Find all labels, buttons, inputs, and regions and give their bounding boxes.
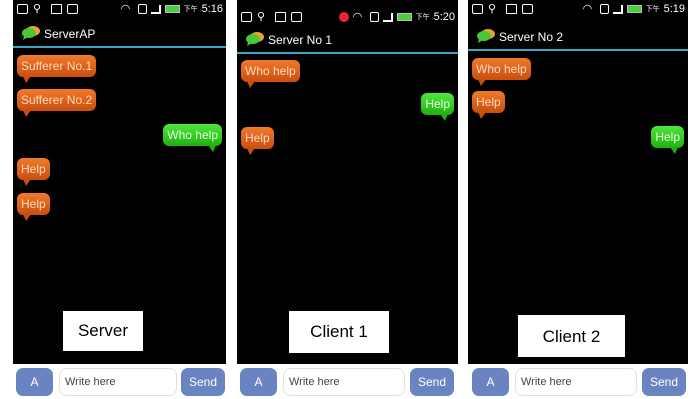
status-time: 5:19 bbox=[663, 3, 685, 15]
beats-audio-icon bbox=[338, 12, 349, 22]
app-title: ServerAP bbox=[44, 27, 96, 41]
app-chat-icon bbox=[22, 26, 40, 40]
caption-client-2: Client 2 bbox=[518, 315, 625, 357]
nfc-icon bbox=[369, 12, 379, 22]
caption-client-1: Client 1 bbox=[289, 311, 389, 353]
send-button[interactable]: Send bbox=[181, 368, 225, 396]
battery-icon bbox=[396, 13, 412, 21]
app-chat-icon bbox=[477, 29, 495, 43]
status-bar: ⚲ ◠ 下午 5:16 bbox=[13, 0, 226, 21]
battery-icon bbox=[164, 5, 180, 13]
app-title-bar: Server No 2 bbox=[468, 25, 688, 51]
usb-icon: ⚲ bbox=[257, 11, 266, 23]
play-store-icon bbox=[51, 4, 62, 14]
message-bubble-incoming: Help bbox=[17, 158, 50, 186]
wifi-icon: ◠ bbox=[120, 3, 131, 15]
message-bubble-incoming: Sufferer No.1 bbox=[17, 55, 97, 83]
nfc-icon bbox=[137, 4, 147, 14]
play-store-icon bbox=[275, 12, 286, 22]
play-store-icon bbox=[506, 4, 517, 14]
send-button[interactable]: Send bbox=[410, 368, 454, 396]
status-bar: ⚲ ◠ 下午 5:20 bbox=[237, 8, 458, 29]
compose-bar-client-2: A Write here Send bbox=[468, 364, 688, 399]
compose-bar-server: A Write here Send bbox=[13, 364, 226, 399]
message-bubble-outgoing: Help bbox=[421, 93, 454, 121]
app-chat-icon bbox=[246, 32, 264, 46]
chat-notification-icon bbox=[67, 4, 78, 14]
mail-icon bbox=[472, 4, 483, 14]
status-time: 5:20 bbox=[433, 11, 455, 23]
usb-icon: ⚲ bbox=[33, 3, 42, 15]
attach-a-button[interactable]: A bbox=[472, 368, 509, 396]
message-input[interactable]: Write here bbox=[283, 368, 405, 396]
message-bubble-outgoing: Help bbox=[651, 126, 684, 154]
usb-icon: ⚲ bbox=[488, 3, 497, 15]
message-bubble-incoming: Help bbox=[17, 193, 50, 221]
message-input[interactable]: Write here bbox=[515, 368, 637, 396]
status-time-prefix: 下午 bbox=[183, 6, 198, 13]
app-title: Server No 2 bbox=[499, 30, 564, 44]
compose-bar-client-1: A Write here Send bbox=[237, 364, 458, 399]
message-input[interactable]: Write here bbox=[59, 368, 177, 396]
message-bubble-incoming: Help bbox=[472, 91, 505, 119]
status-bar: ⚲ ◠ 下午 5:19 bbox=[468, 0, 688, 21]
wifi-icon: ◠ bbox=[352, 11, 363, 23]
status-time-prefix: 下午 bbox=[415, 14, 430, 21]
message-bubble-outgoing: Who help bbox=[163, 124, 222, 152]
mail-icon bbox=[17, 4, 28, 14]
signal-icon bbox=[612, 4, 623, 14]
signal-icon bbox=[150, 4, 161, 14]
app-title-bar: Server No 1 bbox=[237, 28, 458, 54]
mail-icon bbox=[241, 12, 252, 22]
chat-notification-icon bbox=[522, 4, 533, 14]
app-title-bar: ServerAP bbox=[13, 22, 226, 48]
wifi-icon: ◠ bbox=[582, 3, 593, 15]
chat-notification-icon bbox=[291, 12, 302, 22]
status-time: 5:16 bbox=[201, 3, 223, 15]
message-bubble-incoming: Help bbox=[241, 127, 274, 155]
signal-icon bbox=[382, 12, 393, 22]
app-title: Server No 1 bbox=[268, 33, 333, 47]
message-bubble-incoming: Sufferer No.2 bbox=[17, 89, 97, 117]
battery-icon bbox=[626, 5, 642, 13]
message-bubble-incoming: Who help bbox=[472, 58, 531, 86]
nfc-icon bbox=[599, 4, 609, 14]
status-time-prefix: 下午 bbox=[645, 6, 660, 13]
attach-a-button[interactable]: A bbox=[240, 368, 277, 396]
message-bubble-incoming: Who help bbox=[241, 60, 300, 88]
attach-a-button[interactable]: A bbox=[16, 368, 53, 396]
caption-server: Server bbox=[63, 311, 143, 351]
send-button[interactable]: Send bbox=[642, 368, 686, 396]
